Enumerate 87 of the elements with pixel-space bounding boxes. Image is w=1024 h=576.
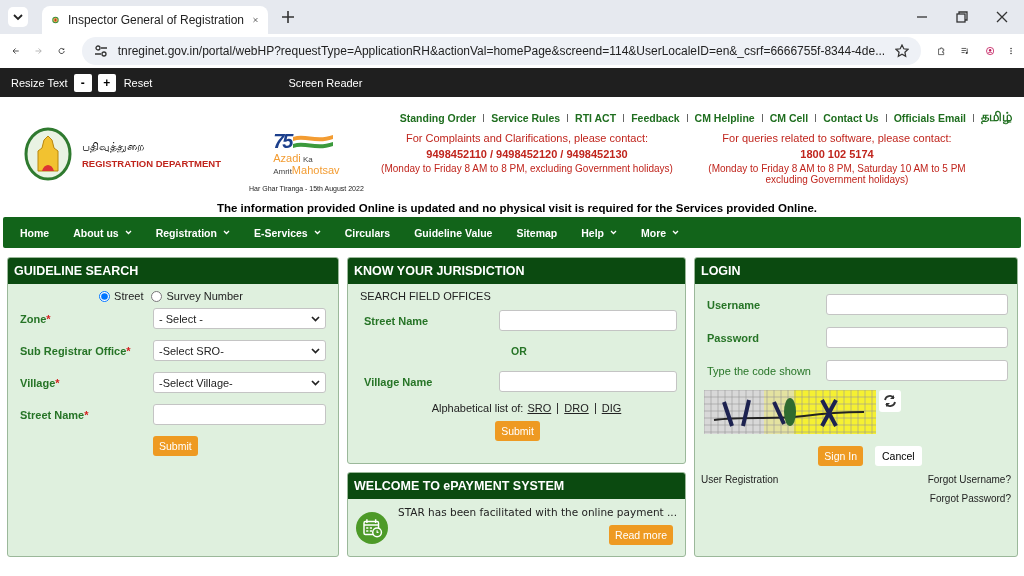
input-field[interactable] [153, 404, 326, 425]
payment-description: STAR has been facilitated with the online payment ... [398, 506, 677, 518]
input-field[interactable] [499, 310, 677, 331]
department-name-tamil: பதிவுத்துறை [82, 139, 145, 154]
star-icon[interactable] [895, 44, 910, 58]
forgot-password-link[interactable]: Forgot Password? [929, 493, 1011, 504]
list-link[interactable]: DIG [601, 402, 622, 414]
input-field[interactable] [826, 327, 1008, 348]
restore-icon[interactable] [956, 11, 968, 23]
input-field[interactable] [499, 371, 677, 392]
field-label: Password [707, 331, 760, 344]
flag-icon [291, 132, 336, 151]
notice-text: The information provided Online is updated and no physical visit is required for the Services provided Online. [216, 202, 818, 214]
text-size-button[interactable]: + [97, 73, 116, 92]
contact-hours: (Monday to Friday 8 AM to 8 PM, excluding Government holidays) [380, 163, 674, 174]
field-label: Sub Registrar Office* [20, 344, 132, 357]
forgot-username-link[interactable]: Forgot Username? [927, 474, 1011, 485]
nav-item[interactable]: E-Services [253, 226, 321, 239]
user-registration-link[interactable]: User Registration [701, 474, 779, 485]
chevron-down-icon [311, 347, 320, 354]
tab-title: Inspector General of Registration [67, 13, 245, 27]
list-link[interactable]: SRO [527, 402, 552, 414]
nav-item[interactable]: More [641, 226, 680, 239]
contact-phone: 9498452110 / 9498452120 / 9498452130 [425, 148, 629, 160]
field-label: Village Name [364, 375, 434, 388]
list-link[interactable]: DRO [564, 402, 589, 414]
refresh-icon[interactable] [879, 390, 901, 412]
radio-button[interactable] [99, 290, 111, 302]
input-field[interactable] [826, 360, 1008, 381]
chevron-down-icon [311, 315, 320, 322]
header-link[interactable]: CM Helpline [694, 111, 755, 124]
dropdown[interactable]: -Select SRO- [153, 340, 326, 361]
alphabetical-label: Alphabetical list of: [431, 402, 524, 414]
field-label: Type the code shown [707, 364, 812, 377]
nav-item[interactable]: About us [73, 226, 132, 239]
or-text: OR [511, 345, 528, 357]
resize-text-label: Resize Text [11, 76, 68, 89]
department-name: REGISTRATION DEPARTMENT [82, 157, 221, 169]
panel-heading: WELCOME TO ePAYMENT SYSTEM [348, 473, 685, 499]
address-bar[interactable]: tnreginet.gov.in/portal/webHP?requestType=ApplicationRH&actionVal=homePage&screend=114&UserLocaleID=en&_csrf=6666755f-8344-4de... [81, 37, 922, 65]
site-settings-icon [93, 44, 108, 58]
radio-button[interactable] [151, 290, 163, 302]
browser-tab[interactable]: Inspector General of Registration [42, 6, 268, 34]
input-field[interactable] [826, 294, 1008, 315]
new-tab-icon[interactable] [282, 11, 294, 23]
header-link[interactable]: Officials Email [893, 111, 966, 124]
contact-hours: (Monday to Friday 8 AM to 8 PM, Saturday 10 AM to 5 PM excluding Government holidays) [707, 163, 967, 185]
panel-heading: GUIDELINE SEARCH [8, 258, 338, 284]
header-link[interactable]: Standing Order [399, 111, 477, 124]
panel-heading: KNOW YOUR JURISDICTION [348, 258, 685, 284]
header-link[interactable]: Feedback [631, 111, 680, 124]
header-link[interactable]: Contact Us [823, 111, 879, 124]
section-subtitle: SEARCH FIELD OFFICES [360, 290, 492, 302]
nav-item[interactable]: Guideline Value [414, 226, 493, 239]
radio-label[interactable]: Survey Number [166, 290, 243, 302]
header-link[interactable]: CM Cell [769, 111, 809, 124]
panel-heading: LOGIN [695, 258, 1017, 284]
header-link[interactable]: Service Rules [491, 111, 561, 124]
close-icon[interactable] [996, 11, 1008, 23]
radio-label[interactable]: Street [114, 290, 144, 302]
field-label: Zone* [20, 312, 52, 325]
contact-title: For Complaints and Clarifications, please contact: [404, 132, 650, 144]
emblem-icon [24, 127, 72, 181]
field-label: Street Name [364, 314, 430, 327]
chevron-down-icon [13, 12, 23, 22]
contact-phone: 1800 102 5174 [799, 148, 875, 160]
nav-item[interactable]: Home [20, 226, 50, 239]
screen-reader-link[interactable]: Screen Reader [288, 76, 363, 89]
nav-item[interactable]: Registration [155, 226, 230, 239]
dropdown[interactable]: -Select Village- [153, 372, 326, 393]
cancel-button[interactable]: Cancel [875, 446, 922, 466]
language-link[interactable]: தமிழ் [981, 109, 1012, 126]
tab-list-button[interactable] [8, 7, 28, 27]
url-text: tnreginet.gov.in/portal/webHP?requestType=ApplicationRH&actionVal=homePage&screend=114&UserLocaleID=en&_csrf=6666755f-8344-4de... [117, 44, 886, 58]
contact-title: For queries related to software, please contact: [721, 132, 953, 144]
field-label: Street Name* [20, 408, 90, 421]
chevron-down-icon [311, 379, 320, 386]
header-link[interactable]: RTI ACT [575, 111, 617, 124]
nav-item[interactable]: Help [581, 226, 618, 239]
text-size-button[interactable]: - [73, 73, 92, 92]
azadi-logo: 75 Azadi Ka AmritMahotsav [273, 130, 340, 177]
field-label: Village* [20, 376, 61, 389]
nav-item[interactable]: Circulars [344, 226, 391, 239]
field-label: Username [707, 298, 762, 311]
nav-item[interactable]: Sitemap [516, 226, 558, 239]
reset-link[interactable]: Reset [123, 76, 153, 89]
dropdown[interactable]: - Select - [153, 308, 326, 329]
